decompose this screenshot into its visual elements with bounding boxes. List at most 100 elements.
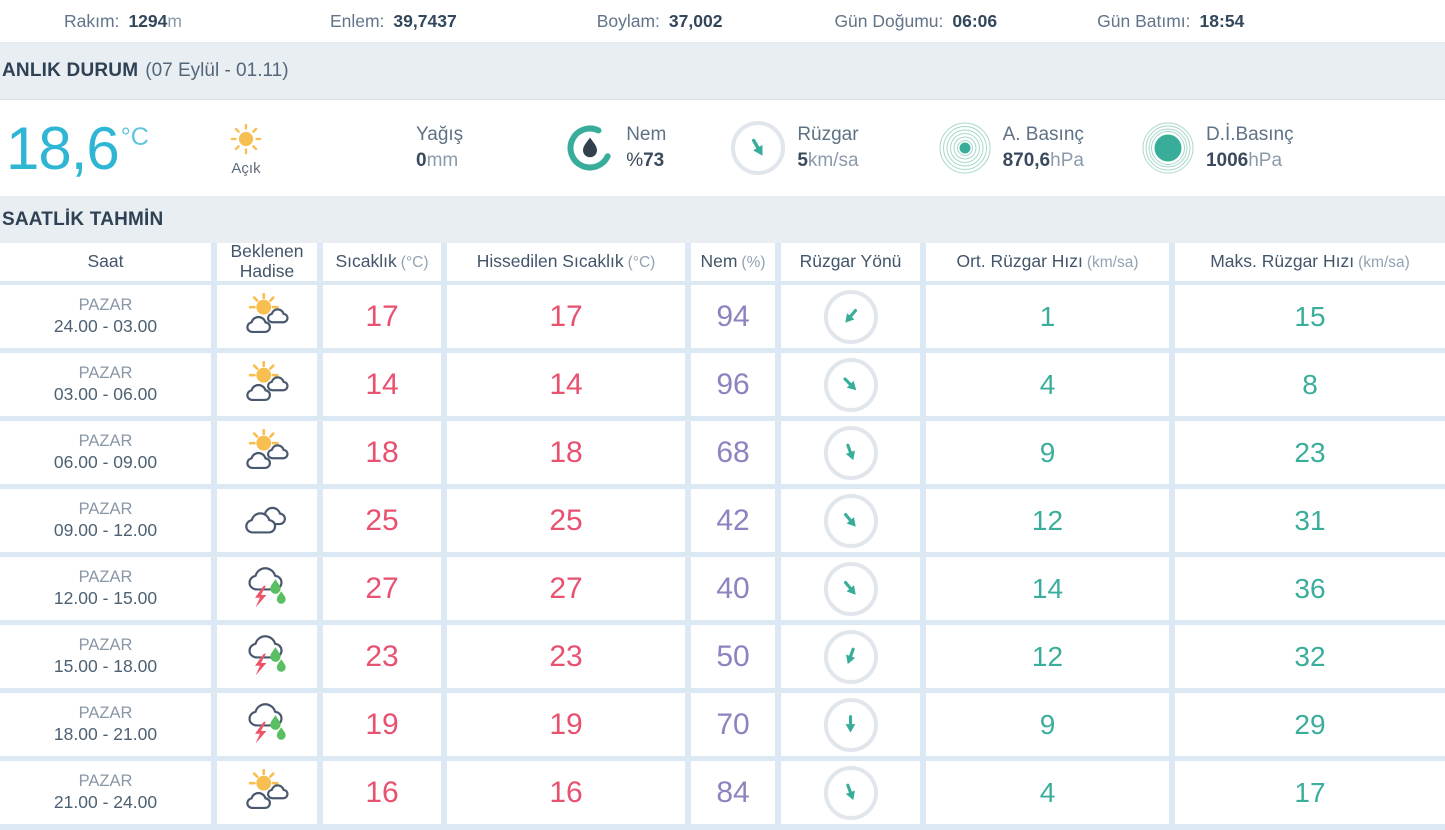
max-wind-speed-cell: 23 (1175, 421, 1445, 484)
sea-level-pressure-label: D.İ.Basınç (1205, 124, 1294, 146)
current-conditions-header: ANLIK DURUM (07 Eylül - 01.11) (0, 43, 1445, 100)
time-cell: PAZAR 24.00 - 03.00 (0, 285, 211, 348)
pressure-filled-icon (1142, 122, 1194, 174)
wind-label: Rüzgar (797, 124, 859, 146)
sunset-label: Gün Batımı: (1097, 10, 1191, 31)
forecast-row: PAZAR 24.00 - 03.00 17 17 94 1 15 (0, 285, 1445, 348)
sun-cloud-icon (246, 428, 289, 469)
hourly-forecast-header: SAATLİK TAHMİN (0, 196, 1445, 243)
hours-label: 24.00 - 03.00 (53, 315, 158, 336)
wind-direction-cell (781, 761, 920, 824)
current-conditions-panel: 18,6 °C Açık Yağış 0mm Nem %73 Rüzgar 5k… (0, 100, 1445, 196)
current-temperature-unit: °C (120, 122, 149, 151)
wind-arrow-icon (752, 138, 763, 156)
column-header-temperature: Sıcaklık (°C) (323, 243, 441, 281)
temperature-cell: 19 (323, 693, 441, 756)
forecast-row: PAZAR 12.00 - 15.00 27 27 40 14 36 (0, 557, 1445, 620)
wind-arrow-icon (843, 377, 857, 391)
wind-direction-icon (823, 561, 878, 616)
day-label: PAZAR (78, 500, 133, 519)
temperature-cell: 14 (323, 353, 441, 416)
condition-icon-cell (217, 285, 317, 348)
latitude-value: 39,7437 (393, 10, 457, 31)
sea-level-pressure-unit: hPa (1248, 150, 1283, 171)
altitude-label: Rakım: (64, 10, 120, 31)
altitude-value: 1294 (128, 10, 168, 31)
actual-pressure-metric: A. Basınç 870,6hPa (939, 122, 1084, 174)
time-cell: PAZAR 18.00 - 21.00 (0, 693, 211, 756)
avg-wind-speed-cell: 14 (926, 557, 1169, 620)
storm-icon (248, 566, 286, 608)
wind-value: 5 (797, 150, 808, 171)
wind-direction-cell (781, 625, 920, 688)
forecast-table-body: PAZAR 24.00 - 03.00 17 17 94 1 15 PAZAR … (0, 285, 1445, 824)
wind-unit: km/sa (807, 150, 859, 171)
hours-label: 21.00 - 24.00 (53, 791, 158, 812)
hours-label: 03.00 - 06.00 (53, 383, 158, 404)
wind-direction-icon (731, 121, 786, 175)
max-wind-speed-cell: 17 (1175, 761, 1445, 824)
wind-direction-icon (823, 357, 878, 412)
precipitation-unit: mm (426, 150, 459, 171)
forecast-row: PAZAR 03.00 - 06.00 14 14 96 4 8 (0, 353, 1445, 416)
forecast-row: PAZAR 18.00 - 21.00 19 19 70 9 29 (0, 693, 1445, 756)
wind-direction-cell (781, 489, 920, 552)
actual-pressure-label: A. Basınç (1002, 124, 1084, 146)
sea-level-pressure-value: 1006 (1205, 150, 1249, 171)
day-label: PAZAR (78, 364, 133, 383)
wind-arrow-icon (843, 581, 856, 595)
max-wind-speed-cell: 15 (1175, 285, 1445, 348)
forecast-row: PAZAR 06.00 - 09.00 18 18 68 9 23 (0, 421, 1445, 484)
longitude-label: Boylam: (596, 10, 660, 31)
altitude-unit: m (167, 10, 182, 31)
wind-arrow-icon (846, 647, 856, 665)
wind-arrow-icon (845, 309, 858, 323)
column-header-time: Saat (0, 243, 211, 281)
humidity-cell: 84 (691, 761, 775, 824)
condition-icon-cell (217, 625, 317, 688)
pressure-rings-icon (939, 122, 991, 174)
day-label: PAZAR (78, 432, 133, 451)
day-label: PAZAR (78, 636, 133, 655)
wind-direction-icon (823, 765, 878, 820)
condition-icon-cell (217, 557, 317, 620)
temperature-cell: 17 (323, 285, 441, 348)
humidity-cell: 70 (691, 693, 775, 756)
wind-direction-cell (781, 421, 920, 484)
wind-arrow-icon (845, 715, 856, 733)
temperature-cell: 27 (323, 557, 441, 620)
humidity-cell: 96 (691, 353, 775, 416)
hourly-forecast-table: Saat Beklenen Hadise Sıcaklık (°C) Hissedi… (0, 242, 1445, 824)
latitude-label: Enlem: (329, 10, 385, 31)
condition-icon-cell (217, 761, 317, 824)
current-conditions-period: (07 Eylül - 01.11) (145, 60, 289, 81)
forecast-table-header: Saat Beklenen Hadise Sıcaklık (°C) Hissedi… (0, 242, 1445, 281)
sunrise-value: 06:06 (952, 10, 998, 31)
hours-label: 12.00 - 15.00 (53, 587, 158, 608)
storm-icon (248, 634, 286, 676)
hours-label: 09.00 - 12.00 (53, 519, 158, 540)
current-temperature-value: 18,6 (6, 114, 120, 182)
latitude-item: Enlem: 39,7437 (330, 11, 457, 32)
hours-label: 15.00 - 18.00 (53, 655, 158, 676)
temperature-cell: 25 (323, 489, 441, 552)
wind-direction-icon (823, 493, 878, 548)
avg-wind-speed-cell: 1 (926, 285, 1169, 348)
sun-cloud-icon (246, 360, 289, 401)
day-label: PAZAR (78, 296, 133, 315)
humidity-cell: 94 (691, 285, 775, 348)
humidity-cell: 42 (691, 489, 775, 552)
wind-arrow-icon (843, 513, 856, 527)
condition-icon-cell (217, 693, 317, 756)
precipitation-label: Yağış (416, 124, 464, 146)
humidity-label: Nem (626, 124, 667, 146)
day-label: PAZAR (78, 568, 133, 587)
humidity-value: 73 (643, 150, 665, 171)
altitude-item: Rakım: 1294m (64, 11, 182, 32)
humidity-prefix: % (626, 150, 644, 171)
station-info-bar: Rakım: 1294m Enlem: 39,7437 Boylam: 37,0… (0, 0, 1445, 43)
precipitation-value: 0 (416, 150, 427, 171)
avg-wind-speed-cell: 9 (926, 421, 1169, 484)
hours-label: 18.00 - 21.00 (53, 723, 158, 744)
sun-cloud-icon (246, 292, 289, 333)
